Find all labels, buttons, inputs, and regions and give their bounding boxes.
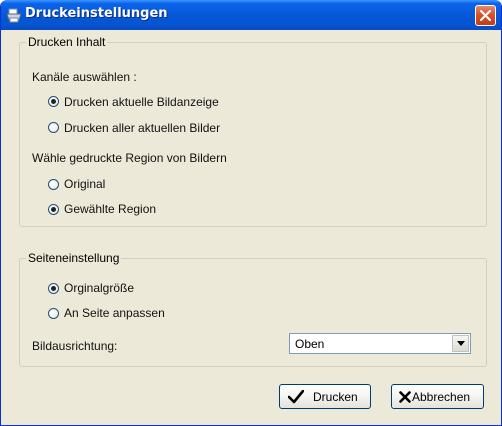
radio-selected-dot (51, 99, 56, 104)
radio-original[interactable] (48, 179, 59, 190)
checkmark-icon (288, 390, 304, 404)
cancel-button-label: Abbrechen (412, 390, 471, 404)
print-button-label: Drucken (313, 390, 358, 404)
radio-selected-region[interactable] (48, 204, 59, 215)
print-button[interactable]: Drucken (279, 384, 371, 409)
radio-all-images[interactable] (48, 122, 59, 133)
radio-selected-dot (51, 207, 56, 212)
print-content-legend: Drucken Inhalt (26, 35, 108, 49)
option-all-images-label[interactable]: Drucken aller aktuellen Bilder (64, 121, 220, 135)
orientation-select[interactable]: Oben (289, 333, 471, 354)
channels-label: Kanäle auswählen : (32, 70, 137, 84)
option-current-display-label[interactable]: Drucken aktuelle Bildanzeige (64, 95, 219, 109)
region-label: Wähle gedruckte Region von Bildern (32, 151, 227, 165)
option-fit-page-label[interactable]: An Seite anpassen (64, 306, 165, 320)
page-setup-legend: Seiteneinstellung (26, 251, 122, 265)
x-icon (399, 391, 411, 403)
dropdown-button[interactable] (452, 335, 469, 352)
option-selected-region-label[interactable]: Gewählte Region (64, 202, 156, 216)
chevron-down-icon (457, 341, 465, 346)
radio-original-size[interactable] (48, 283, 59, 294)
radio-current-display[interactable] (48, 96, 59, 107)
close-button[interactable] (475, 5, 496, 26)
option-original-size-label[interactable]: Orginalgröße (64, 281, 134, 295)
option-original-label[interactable]: Original (64, 177, 105, 191)
printer-icon (6, 8, 22, 23)
orientation-label: Bildausrichtung: (32, 339, 118, 353)
radio-fit-page[interactable] (48, 308, 59, 319)
title-bar[interactable]: Druckeinstellungen (1, 0, 501, 30)
radio-selected-dot (51, 286, 56, 291)
close-icon (480, 10, 491, 21)
window-title: Druckeinstellungen (25, 6, 168, 21)
orientation-select-value: Oben (295, 337, 325, 351)
cancel-button[interactable]: Abbrechen (391, 384, 484, 409)
print-settings-dialog: Druckeinstellungen Drucken Inhalt Kanäle… (0, 0, 502, 426)
